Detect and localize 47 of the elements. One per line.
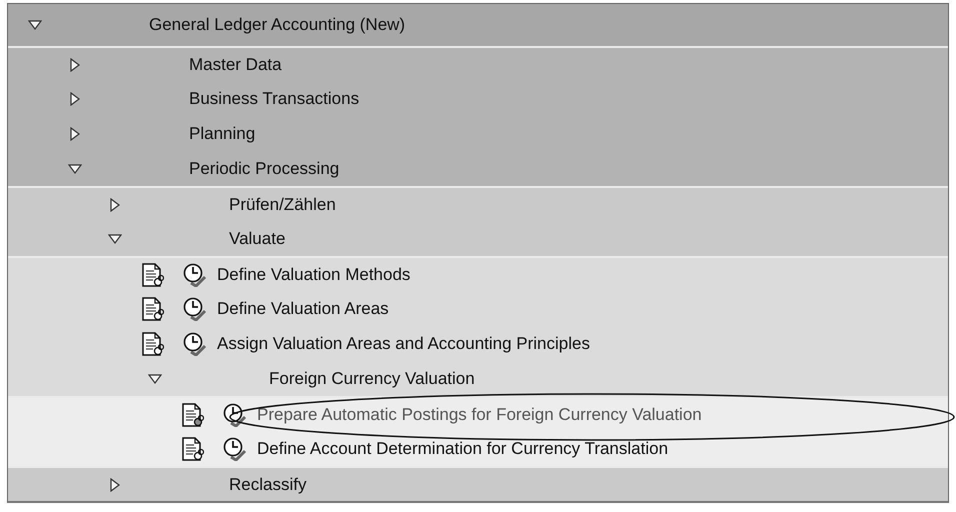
node-label: Periodic Processing: [189, 158, 340, 178]
activity-label: Define Valuation Areas: [217, 298, 389, 318]
expanded-triangle-icon[interactable]: [28, 18, 42, 32]
tree-row[interactable]: Prüfen/Zählen: [8, 186, 948, 221]
tree-row[interactable]: Business Transactions: [8, 81, 948, 116]
tree-row[interactable]: Define Valuation Methods: [8, 256, 948, 291]
expanded-triangle-icon[interactable]: [108, 232, 122, 246]
tree-row[interactable]: General Ledger Accounting (New): [8, 4, 948, 46]
tree-row[interactable]: Foreign Currency Valuation: [8, 361, 948, 396]
node-label: Prüfen/Zählen: [229, 194, 336, 214]
tree-row[interactable]: Define Account Determination for Currency Translation: [8, 431, 948, 466]
expanded-triangle-icon[interactable]: [68, 162, 82, 176]
tree-row[interactable]: Valuate: [8, 221, 948, 256]
activity-label: Define Account Determination for Currency Translation: [257, 438, 668, 458]
node-label: Planning: [189, 124, 256, 144]
clock-icon[interactable]: [183, 332, 207, 356]
tree-row[interactable]: Master Data: [8, 46, 948, 81]
document-icon[interactable]: [182, 436, 204, 460]
clock-icon[interactable]: [183, 262, 207, 286]
collapsed-triangle-icon[interactable]: [68, 92, 82, 106]
tree-row[interactable]: Periodic Processing: [8, 151, 948, 186]
tree-row[interactable]: Planning: [8, 116, 948, 151]
collapsed-triangle-icon[interactable]: [68, 58, 82, 72]
collapsed-triangle-icon[interactable]: [68, 126, 82, 140]
clock-icon[interactable]: [183, 296, 207, 320]
clock-icon[interactable]: [223, 402, 247, 426]
document-icon[interactable]: [142, 262, 164, 286]
collapsed-triangle-icon[interactable]: [108, 198, 122, 212]
tree-row[interactable]: Assign Valuation Areas and Accounting Principles: [8, 326, 948, 361]
activity-label: Define Valuation Methods: [217, 264, 410, 284]
activity-label: Prepare Automatic Postings for Foreign Currency Valuation: [257, 404, 702, 424]
node-label: Reclassify: [229, 474, 306, 494]
clock-icon[interactable]: [223, 436, 247, 460]
expanded-triangle-icon[interactable]: [148, 372, 162, 386]
node-label: Foreign Currency Valuation: [269, 368, 475, 388]
document-icon[interactable]: [142, 332, 164, 356]
document-icon[interactable]: [142, 296, 164, 320]
collapsed-triangle-icon[interactable]: [108, 478, 122, 492]
node-label: Master Data: [189, 54, 282, 74]
tree-row[interactable]: Prepare Automatic Postings for Foreign Currency Valuation: [8, 396, 948, 431]
node-label: Valuate: [229, 228, 286, 248]
node-label: General Ledger Accounting (New): [149, 15, 406, 35]
tree-row[interactable]: Define Valuation Areas: [8, 291, 948, 326]
tree-row[interactable]: Reclassify: [8, 466, 948, 501]
document-icon[interactable]: [182, 402, 204, 426]
node-label: Business Transactions: [189, 88, 360, 108]
activity-label: Assign Valuation Areas and Accounting Principles: [217, 334, 590, 354]
